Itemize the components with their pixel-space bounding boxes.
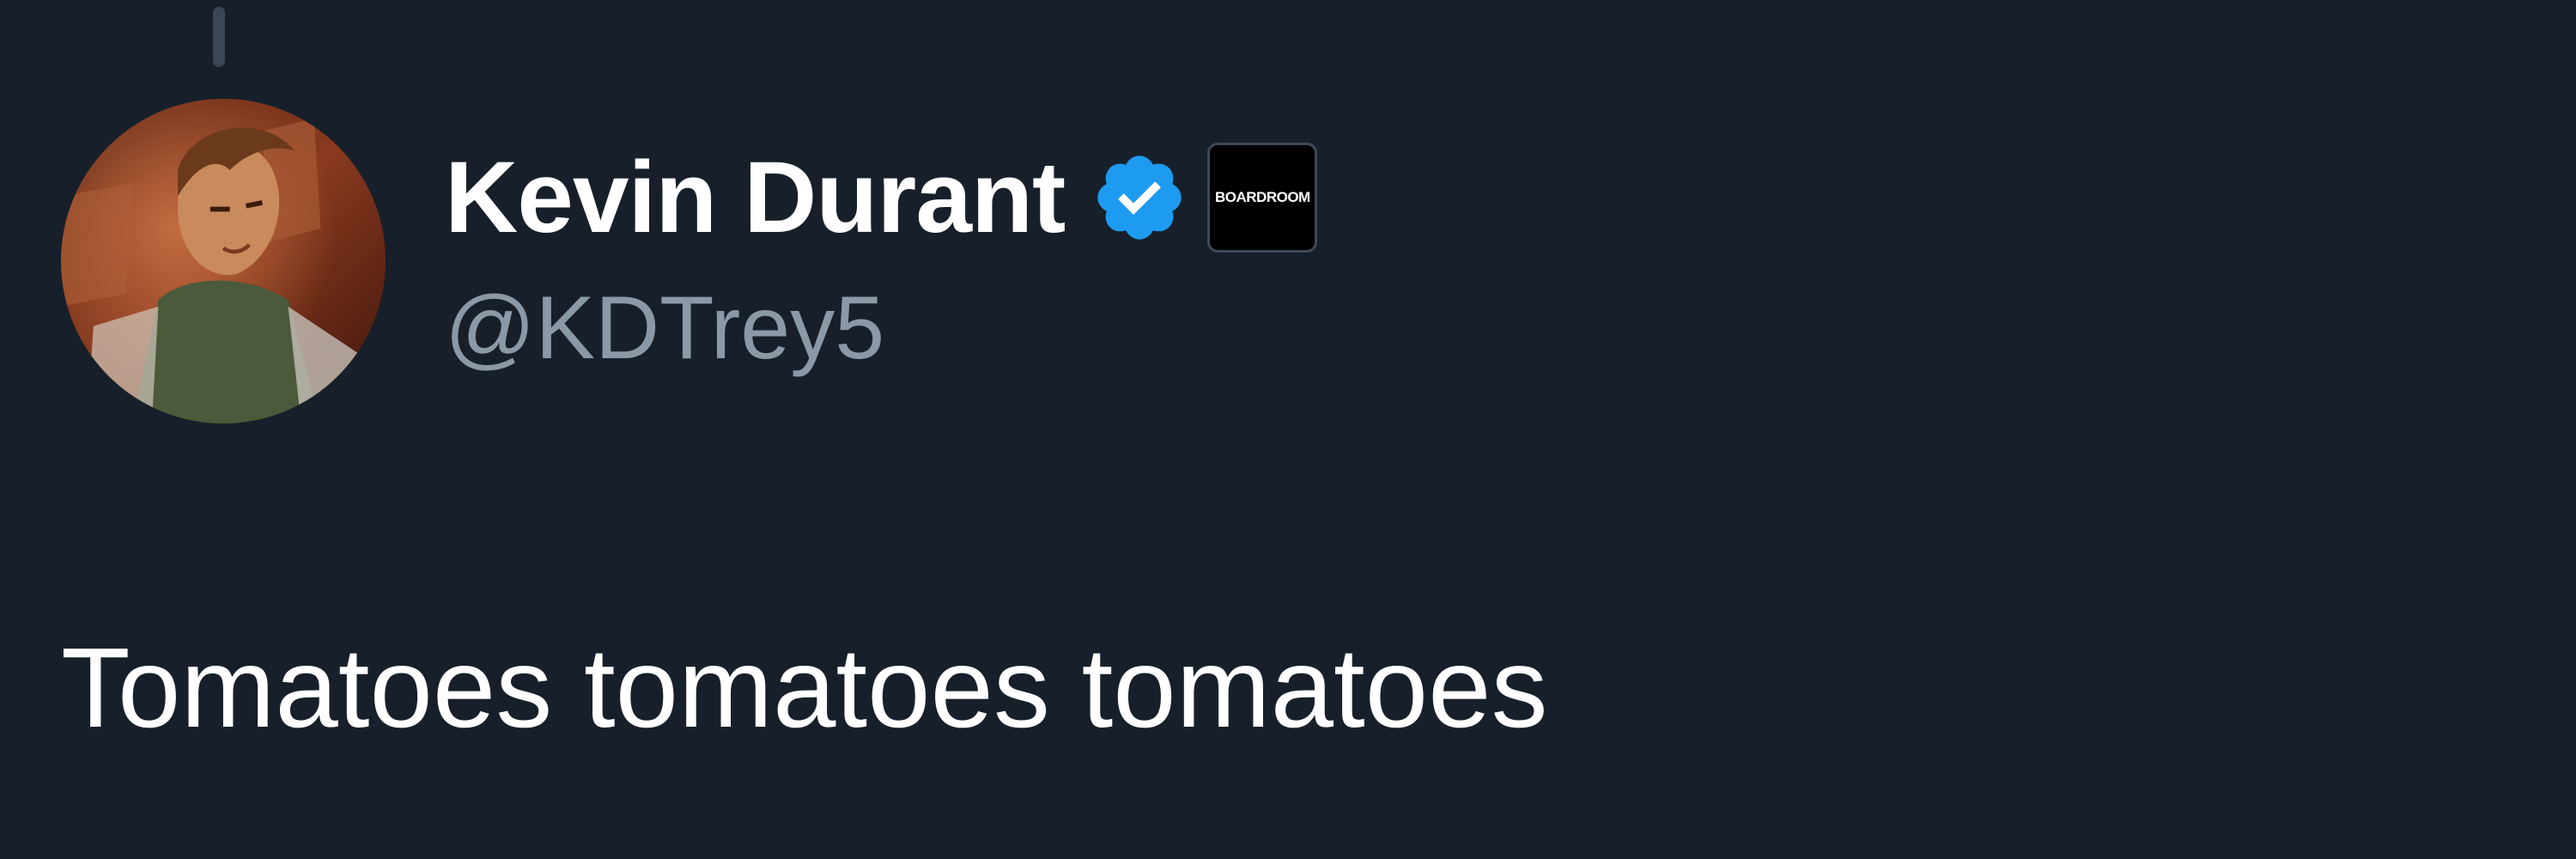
- affiliate-badge-label: BOARDROOM: [1214, 189, 1310, 205]
- author-name-row: Kevin Durant BOARDROOM: [445, 129, 1318, 266]
- affiliate-badge[interactable]: BOARDROOM: [1207, 143, 1318, 253]
- tweet-text: Tomatoes tomatoes tomatoes: [61, 624, 1548, 751]
- verified-badge-icon[interactable]: [1091, 149, 1188, 247]
- author-handle[interactable]: @KDTrey5: [445, 283, 884, 373]
- profile-avatar[interactable]: [61, 99, 386, 423]
- author-display-name[interactable]: Kevin Durant: [445, 147, 1066, 248]
- thread-connector-line: [213, 7, 225, 67]
